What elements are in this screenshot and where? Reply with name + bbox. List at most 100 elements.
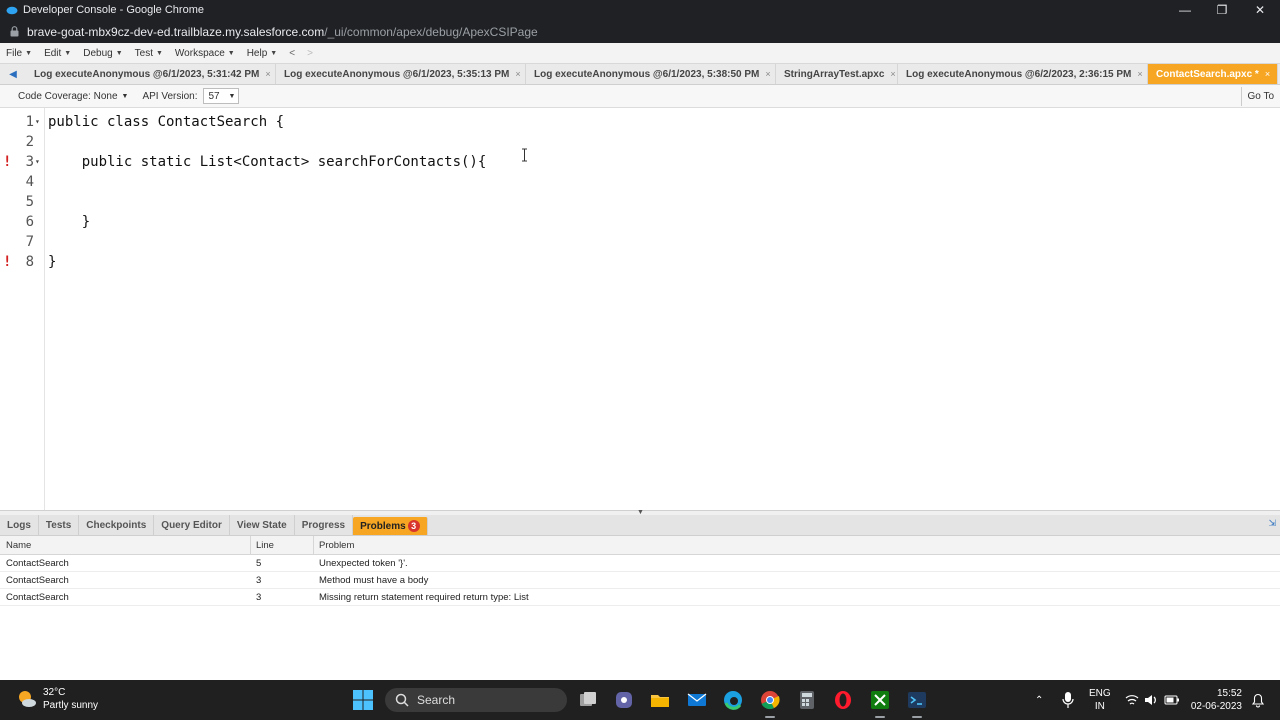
tab-view-state[interactable]: View State <box>230 515 295 535</box>
wifi-icon[interactable] <box>1125 693 1139 707</box>
chevron-down-icon: ▼ <box>25 49 33 57</box>
windows-start-icon[interactable] <box>352 689 374 711</box>
battery-icon[interactable] <box>1164 693 1180 707</box>
chevron-down-icon: ▼ <box>227 49 235 57</box>
mail-icon[interactable] <box>686 689 708 711</box>
minimize-button[interactable]: — <box>1166 0 1204 20</box>
code-line[interactable]: 6 } <box>0 212 1280 232</box>
chevron-down-icon: ▼ <box>228 92 236 100</box>
code-line[interactable]: 4 <box>0 172 1280 192</box>
tab-progress[interactable]: Progress <box>295 515 354 535</box>
tab-problems[interactable]: Problems 3 <box>353 517 428 535</box>
fold-icon[interactable]: ▾ <box>35 112 40 132</box>
close-window-button[interactable]: ✕ <box>1241 0 1279 20</box>
terminal-app-icon[interactable] <box>906 689 928 711</box>
tab-contactsearch[interactable]: ContactSearch.apxc * × <box>1148 64 1278 84</box>
tab-log-3[interactable]: Log executeAnonymous @6/1/2023, 5:38:50 … <box>526 64 776 84</box>
menu-help[interactable]: Help ▼ <box>241 43 284 64</box>
tab-log-4[interactable]: Log executeAnonymous @6/2/2023, 2:36:15 … <box>898 64 1148 84</box>
maximize-panel-icon[interactable]: ⇲ <box>1268 518 1276 529</box>
menu-test[interactable]: Test ▼ <box>129 43 169 64</box>
problem-count-badge: 3 <box>407 520 420 532</box>
window-title: Developer Console - Google Chrome <box>23 4 204 16</box>
tab-stringarraytest[interactable]: StringArrayTest.apxc × <box>776 64 898 84</box>
notification-bell-icon[interactable] <box>1251 692 1265 708</box>
tab-logs[interactable]: Logs <box>0 515 39 535</box>
input-language-indicator[interactable]: ENG IN <box>1089 687 1111 713</box>
table-row[interactable]: ContactSearch 5 Unexpected token '}'. <box>0 555 1280 572</box>
calculator-icon[interactable] <box>796 689 818 711</box>
chevron-down-icon: ▼ <box>121 92 129 100</box>
weather-description: Partly sunny <box>43 700 99 711</box>
close-tab-icon[interactable]: × <box>1265 69 1270 79</box>
code-editor[interactable]: 1 ▾ public class ContactSearch { 2 ! 3 ▾… <box>0 108 1280 510</box>
menu-workspace[interactable]: Workspace ▼ <box>169 43 241 64</box>
code-line[interactable]: ! 3 ▾ public static List<Contact> search… <box>0 152 1280 172</box>
restore-button[interactable]: ❐ <box>1203 0 1241 20</box>
code-line[interactable]: 2 <box>0 132 1280 152</box>
minimize-icon: — <box>1179 3 1191 17</box>
task-view-icon[interactable] <box>577 689 599 711</box>
close-tab-icon[interactable]: × <box>265 69 270 79</box>
volume-icon[interactable] <box>1144 693 1158 707</box>
show-hidden-icons-button[interactable]: ⌃ <box>1035 680 1043 720</box>
nav-back-button[interactable]: < <box>283 48 301 59</box>
xbox-active-indicator <box>875 716 885 718</box>
column-header-name[interactable]: Name <box>6 536 31 555</box>
code-line[interactable]: 5 <box>0 192 1280 212</box>
code-line[interactable]: ! 8 } <box>0 252 1280 272</box>
microphone-icon[interactable] <box>1060 691 1076 709</box>
tab-log-2[interactable]: Log executeAnonymous @6/1/2023, 5:35:13 … <box>276 64 526 84</box>
code-text: } <box>48 214 91 230</box>
close-icon: ✕ <box>1254 3 1266 17</box>
xbox-icon[interactable] <box>869 689 891 711</box>
nav-forward-button[interactable]: > <box>301 48 319 59</box>
close-tab-icon[interactable]: × <box>1137 69 1142 79</box>
code-coverage-dropdown[interactable]: Code Coverage: None ▼ <box>18 91 128 102</box>
column-header-problem[interactable]: Problem <box>319 536 354 555</box>
column-divider[interactable] <box>313 536 314 555</box>
table-header: Name Line Problem <box>0 536 1280 555</box>
file-explorer-icon[interactable] <box>649 689 671 711</box>
menu-debug[interactable]: Debug ▼ <box>77 43 128 64</box>
code-line[interactable]: 1 ▾ public class ContactSearch { <box>0 112 1280 132</box>
column-header-line[interactable]: Line <box>256 536 274 555</box>
table-row[interactable]: ContactSearch 3 Missing return statement… <box>0 589 1280 606</box>
url-host: brave-goat-mbx9cz-dev-ed.trailblaze.my.s… <box>27 24 325 39</box>
file-tab-bar: ◀ Log executeAnonymous @6/1/2023, 5:31:4… <box>0 64 1280 85</box>
taskbar-search[interactable]: Search <box>385 688 567 712</box>
browser-title-bar: Developer Console - Google Chrome — ❐ ✕ <box>0 0 1280 20</box>
line-number: 3 <box>25 154 34 170</box>
tab-query-editor[interactable]: Query Editor <box>154 515 230 535</box>
close-tab-icon[interactable]: × <box>515 69 520 79</box>
code-text: public static List<Contact> searchForCon… <box>48 154 487 170</box>
column-divider[interactable] <box>250 536 251 555</box>
menu-edit[interactable]: Edit ▼ <box>38 43 77 64</box>
tab-checkpoints[interactable]: Checkpoints <box>79 515 155 535</box>
tab-tests[interactable]: Tests <box>39 515 80 535</box>
chrome-browser-icon[interactable] <box>759 689 781 711</box>
system-clock[interactable]: 15:52 02-06-2023 <box>1191 687 1242 713</box>
menu-file[interactable]: File ▼ <box>0 43 38 64</box>
fold-icon[interactable]: ▾ <box>35 152 40 172</box>
close-tab-icon[interactable]: × <box>890 69 895 79</box>
api-version-select[interactable]: 57 ▼ <box>203 88 240 104</box>
text-cursor-icon <box>522 148 527 162</box>
console-menu-bar: File ▼ Edit ▼ Debug ▼ Test ▼ Workspace ▼ Help… <box>0 43 1280 64</box>
opera-browser-icon[interactable] <box>832 689 854 711</box>
table-row[interactable]: ContactSearch 3 Method must have a body <box>0 572 1280 589</box>
teams-chat-icon[interactable] <box>613 689 635 711</box>
chrome-active-indicator <box>765 716 775 718</box>
address-bar[interactable]: brave-goat-mbx9cz-dev-ed.trailblaze.my.s… <box>0 20 1280 43</box>
tab-scroll-left-icon[interactable]: ◀ <box>0 64 26 84</box>
go-to-button[interactable]: Go To <box>1240 87 1280 106</box>
chevron-down-icon: ▼ <box>155 49 163 57</box>
search-icon <box>395 693 409 707</box>
weather-widget[interactable]: 32°C Partly sunny <box>16 686 98 712</box>
tab-log-1[interactable]: Log executeAnonymous @6/1/2023, 5:31:42 … <box>26 64 276 84</box>
code-line[interactable]: 7 <box>0 232 1280 252</box>
edge-browser-icon[interactable] <box>722 689 744 711</box>
weather-temperature: 32°C <box>43 687 66 698</box>
terminal-active-indicator <box>912 716 922 718</box>
close-tab-icon[interactable]: × <box>765 69 770 79</box>
